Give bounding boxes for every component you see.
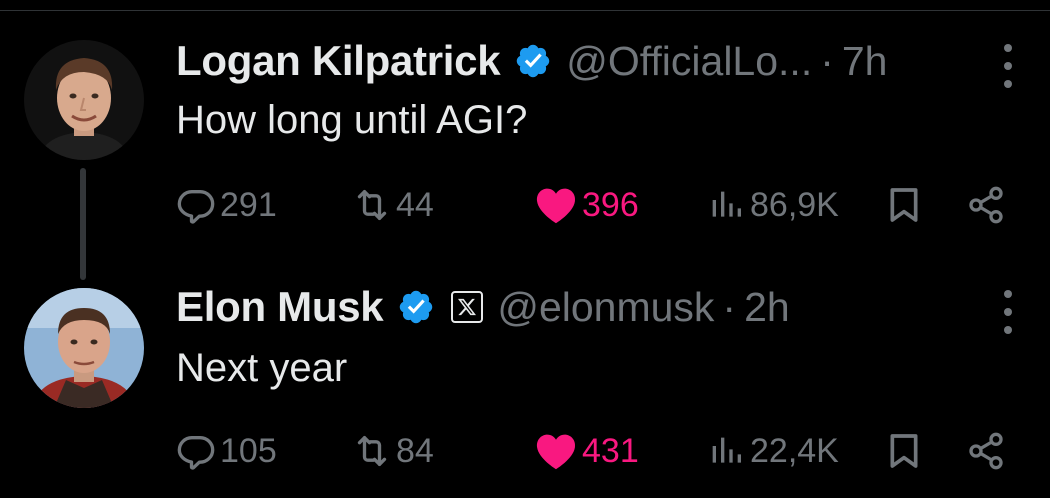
- tweet-header: Logan Kilpatrick @OfficialLo... · 7h: [176, 36, 887, 86]
- like-button[interactable]: 431: [534, 426, 639, 476]
- repost-button[interactable]: 84: [352, 426, 434, 476]
- like-count: 396: [582, 185, 639, 224]
- author-handle[interactable]: @OfficialLo...: [566, 38, 812, 85]
- repost-count: 44: [396, 185, 434, 224]
- heart-filled-icon: [536, 434, 576, 470]
- author-name[interactable]: Logan Kilpatrick: [176, 37, 501, 85]
- author-name[interactable]: Elon Musk: [176, 283, 384, 331]
- timestamp[interactable]: 2h: [744, 284, 790, 331]
- action-bar: 291 44 396 86,9K: [0, 180, 1050, 230]
- reply-icon: [177, 190, 215, 224]
- like-button[interactable]: 396: [534, 180, 639, 230]
- tweet[interactable]: Elon Musk @elonmusk · 2h Next year 105 8…: [0, 258, 1050, 498]
- repost-icon: [357, 190, 387, 220]
- bookmark-icon: [890, 434, 918, 468]
- share-button[interactable]: [966, 426, 1006, 476]
- views-button[interactable]: 22,4K: [706, 426, 839, 476]
- tweet-header: Elon Musk @elonmusk · 2h: [176, 282, 790, 332]
- separator-dot: ·: [722, 283, 737, 330]
- share-icon: [969, 186, 1003, 224]
- views-count: 86,9K: [750, 185, 839, 224]
- bookmark-button[interactable]: [884, 426, 924, 476]
- reply-button[interactable]: 105: [176, 426, 277, 476]
- bookmark-button[interactable]: [884, 180, 924, 230]
- verified-badge-icon[interactable]: [397, 288, 435, 326]
- views-button[interactable]: 86,9K: [706, 180, 839, 230]
- views-count: 22,4K: [750, 431, 839, 470]
- author-handle[interactable]: @elonmusk: [497, 284, 714, 331]
- reply-count: 105: [220, 431, 277, 470]
- more-options-icon[interactable]: [1002, 290, 1014, 334]
- timestamp[interactable]: 7h: [842, 38, 888, 85]
- share-button[interactable]: [966, 180, 1006, 230]
- avatar[interactable]: [24, 40, 144, 160]
- repost-icon: [357, 436, 387, 466]
- avatar[interactable]: [24, 288, 144, 408]
- reply-icon: [177, 436, 215, 470]
- tweet-text: Next year: [176, 346, 348, 390]
- share-icon: [969, 432, 1003, 470]
- more-options-icon[interactable]: [1002, 44, 1014, 88]
- tweet[interactable]: Logan Kilpatrick @OfficialLo... · 7h How…: [0, 0, 1050, 280]
- action-bar: 105 84 431 22,4K: [0, 426, 1050, 476]
- like-count: 431: [582, 431, 639, 470]
- reply-button[interactable]: 291: [176, 180, 277, 230]
- tweet-text: How long until AGI?: [176, 98, 528, 142]
- x-logo-icon[interactable]: [451, 291, 484, 323]
- bookmark-icon: [890, 188, 918, 222]
- views-chart-icon: [712, 191, 741, 217]
- repost-button[interactable]: 44: [352, 180, 434, 230]
- reply-count: 291: [220, 185, 277, 224]
- separator-dot: ·: [820, 37, 834, 84]
- verified-badge-icon[interactable]: [514, 42, 552, 80]
- repost-count: 84: [396, 431, 434, 470]
- heart-filled-icon: [536, 188, 576, 224]
- views-chart-icon: [712, 437, 741, 463]
